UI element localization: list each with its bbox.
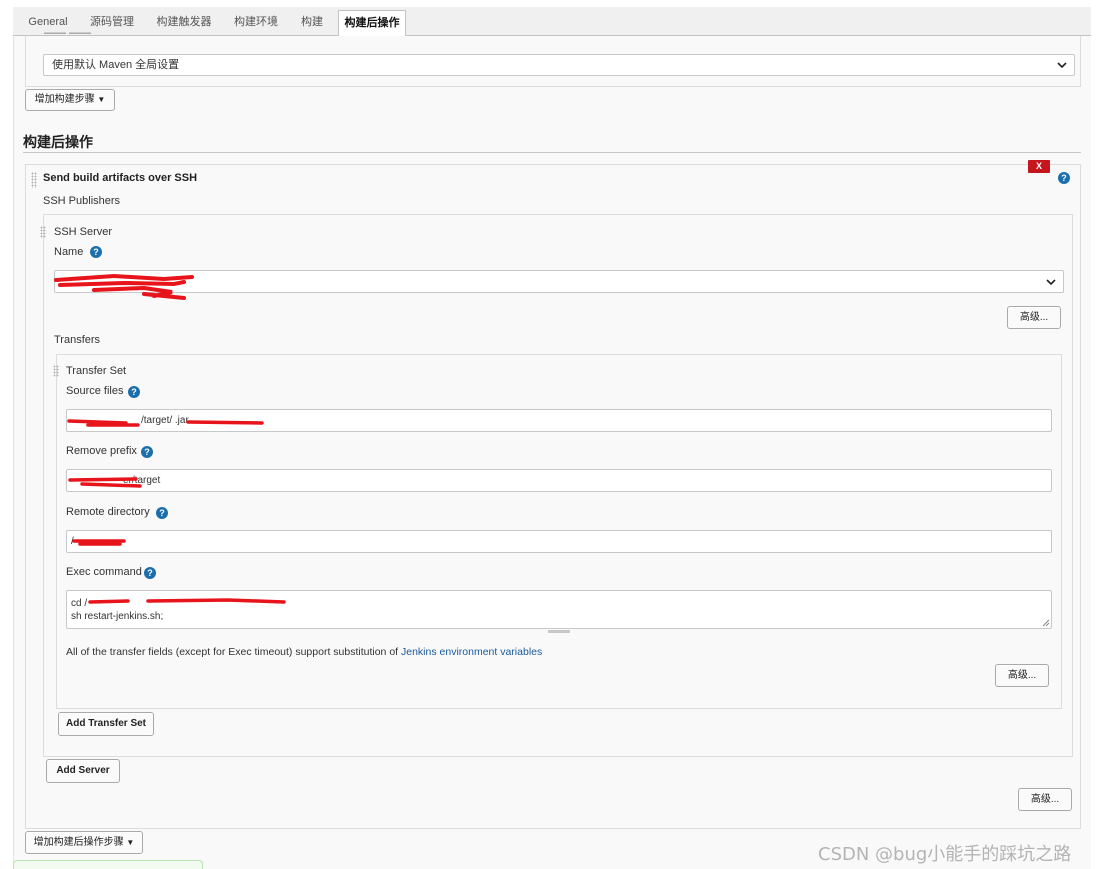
settings-label-clipped: —— —— bbox=[44, 27, 92, 39]
add-build-step-label: 增加构建步骤 bbox=[34, 94, 95, 105]
add-post-build-step-label: 增加构建后操作步骤 bbox=[33, 837, 124, 848]
ssh-server-title: SSH Server bbox=[54, 226, 113, 238]
redaction-mark bbox=[68, 477, 142, 488]
source-files-label: Source files bbox=[66, 385, 124, 397]
tab-build[interactable]: 构建 bbox=[295, 10, 329, 36]
tab-build-triggers[interactable]: 构建触发器 bbox=[151, 10, 217, 36]
watermark: CSDN @bug小能手的踩坑之路 bbox=[818, 844, 1072, 865]
redaction-mark bbox=[72, 539, 126, 546]
transfer-note: All of the transfer fields (except for E… bbox=[66, 646, 542, 658]
post-build-section-title: 构建后操作 bbox=[23, 134, 93, 150]
exec-command-line-2: sh restart-jenkins.sh; bbox=[71, 611, 164, 622]
delete-step-button[interactable]: X bbox=[1028, 160, 1050, 173]
server-name-label: Name bbox=[54, 246, 84, 258]
add-build-step-button[interactable]: 增加构建步骤 ▼ bbox=[25, 89, 115, 111]
exec-command-label: Exec command bbox=[66, 566, 142, 578]
drag-handle-icon[interactable] bbox=[40, 226, 46, 238]
help-icon[interactable]: ? bbox=[128, 386, 140, 398]
drag-handle-icon[interactable] bbox=[31, 172, 37, 188]
status-bar-edge bbox=[13, 860, 203, 869]
transfer-set-title: Transfer Set bbox=[66, 365, 127, 377]
add-transfer-set-button[interactable]: Add Transfer Set bbox=[58, 712, 154, 736]
redaction-mark bbox=[54, 273, 194, 300]
section-divider bbox=[23, 152, 1081, 153]
redaction-mark bbox=[67, 419, 264, 427]
maven-settings-select[interactable]: 使用默认 Maven 全局设置 bbox=[43, 54, 1075, 76]
config-tab-bar: General 源码管理 构建触发器 构建环境 构建 构建后操作 bbox=[13, 7, 1091, 37]
help-icon[interactable]: ? bbox=[1058, 172, 1070, 184]
add-post-build-step-button[interactable]: 增加构建后操作步骤 ▼ bbox=[25, 831, 143, 854]
redaction-mark bbox=[88, 598, 286, 604]
help-icon[interactable]: ? bbox=[156, 507, 168, 519]
tab-post-build[interactable]: 构建后操作 bbox=[338, 10, 406, 37]
remote-directory-input[interactable]: / bbox=[66, 530, 1052, 553]
server-advanced-button[interactable]: 高级... bbox=[1007, 306, 1061, 329]
remove-prefix-input[interactable]: er/target bbox=[66, 469, 1052, 492]
ssh-publishers-label: SSH Publishers bbox=[43, 195, 121, 207]
add-server-button[interactable]: Add Server bbox=[46, 759, 120, 783]
transfer-note-text: All of the transfer fields (except for E… bbox=[66, 646, 401, 658]
maven-settings-value: 使用默认 Maven 全局设置 bbox=[52, 59, 180, 71]
jenkins-env-vars-link[interactable]: Jenkins environment variables bbox=[401, 646, 542, 658]
textarea-scroll-handle[interactable] bbox=[548, 630, 570, 633]
drag-handle-icon[interactable] bbox=[53, 365, 59, 377]
server-name-select[interactable] bbox=[54, 270, 1064, 293]
remote-directory-label: Remote directory bbox=[66, 506, 150, 518]
chevron-down-icon bbox=[1046, 278, 1056, 285]
help-icon[interactable]: ? bbox=[141, 446, 153, 458]
chevron-down-icon bbox=[1057, 62, 1067, 69]
tab-build-environment[interactable]: 构建环境 bbox=[226, 10, 286, 36]
transfer-advanced-button[interactable]: 高级... bbox=[995, 664, 1049, 687]
caret-down-icon: ▼ bbox=[126, 838, 135, 847]
remove-prefix-label: Remove prefix bbox=[66, 445, 137, 457]
resize-grip-icon[interactable] bbox=[1042, 619, 1050, 627]
transfers-label: Transfers bbox=[54, 334, 101, 346]
help-icon[interactable]: ? bbox=[90, 246, 102, 258]
plugin-title: Send build artifacts over SSH bbox=[43, 172, 198, 184]
plugin-advanced-button[interactable]: 高级... bbox=[1018, 788, 1072, 811]
help-icon[interactable]: ? bbox=[144, 567, 156, 579]
caret-down-icon: ▼ bbox=[97, 95, 106, 104]
